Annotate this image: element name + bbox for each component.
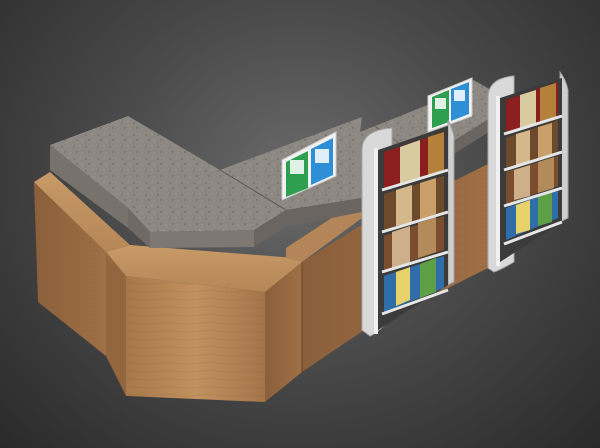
corner-chamfer-panel [106, 252, 126, 396]
granite-corner-edge [150, 230, 254, 248]
display-shelf-left [361, 119, 455, 337]
display-shelf-right [487, 70, 569, 273]
corner-counter-section [106, 245, 302, 402]
counter-scene [34, 70, 569, 402]
render-viewport [0, 0, 600, 448]
